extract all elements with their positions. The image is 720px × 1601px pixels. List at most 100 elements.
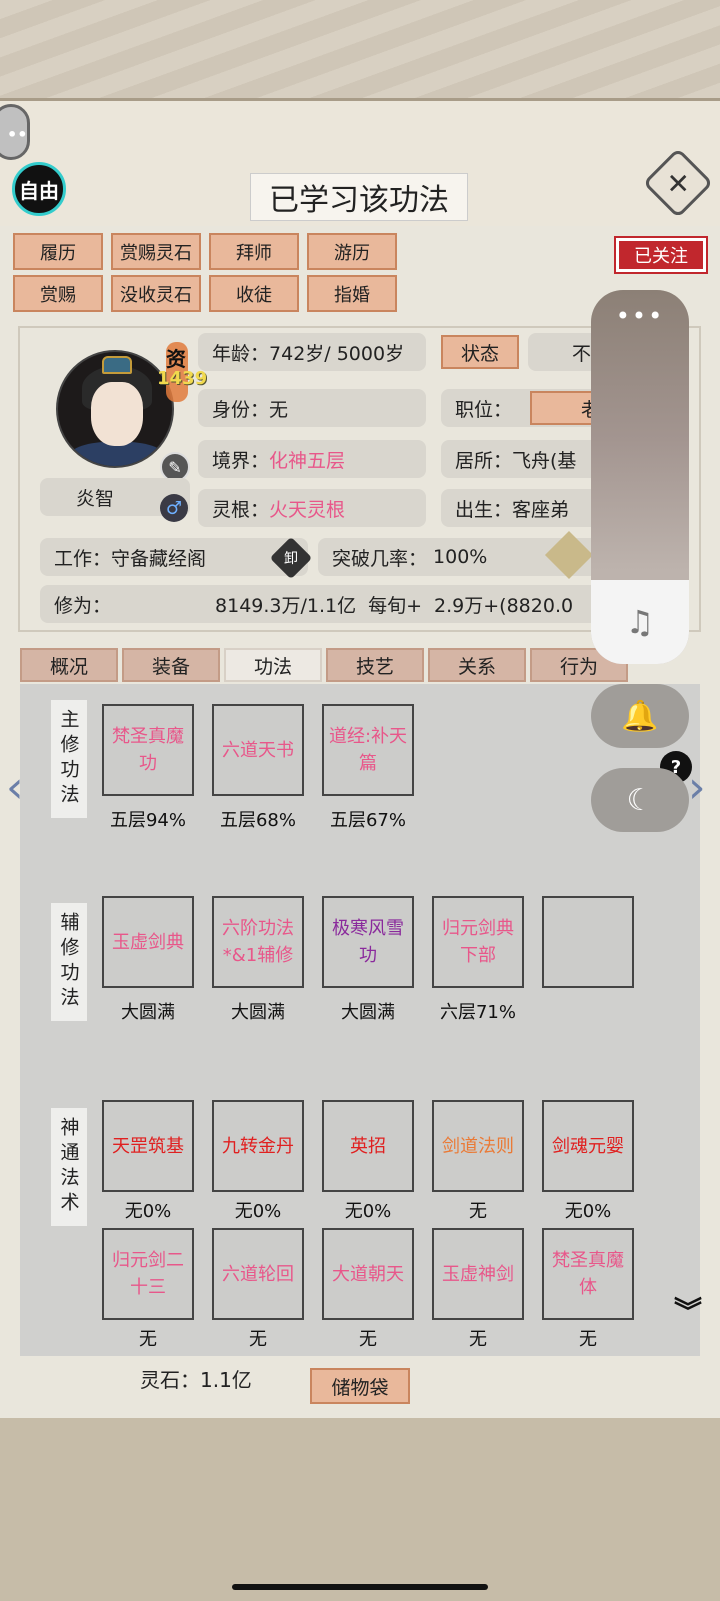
aux-skill-slot[interactable]: 归元剑典下部 <box>432 896 524 988</box>
main-skill-slot[interactable]: 六道天书 <box>212 704 304 796</box>
more-dots-icon[interactable]: ••• <box>591 302 689 330</box>
top-background <box>0 0 720 100</box>
status-value: 不 <box>572 342 592 365</box>
home-indicator[interactable] <box>232 1584 488 1590</box>
breakthrough-value: 100% <box>433 546 488 568</box>
toast-message: 已学习该功法 <box>250 173 468 221</box>
age-row: 年龄： 742岁/ 5000岁 <box>198 333 426 371</box>
aux-skill-level: 大圆满 <box>121 1002 175 1023</box>
magic-skill-slot[interactable]: 英招 <box>322 1100 414 1192</box>
magic-skill-level: 无0% <box>564 1201 612 1222</box>
magic-technique-label: 神通法术 <box>51 1108 87 1226</box>
aux-skill-slot[interactable]: 六阶功法*&1辅修 <box>212 896 304 988</box>
residence-row: 居所： 飞舟(基 <box>441 440 608 478</box>
residence-label: 居所： <box>455 449 513 472</box>
bell-icon[interactable]: 🔔 <box>591 684 689 748</box>
tab-overview[interactable]: 概况 <box>20 648 118 682</box>
aux-skill-level: 大圆满 <box>231 1002 285 1023</box>
main-skill-slot[interactable]: 梵圣真魔功 <box>102 704 194 796</box>
per-turn-label: 每旬+ <box>368 594 423 617</box>
magic-skill-slot[interactable]: 玉虚神剑 <box>432 1228 524 1320</box>
birth-row: 出生： 客座弟 <box>441 489 608 527</box>
follow-button[interactable]: 已关注 <box>614 236 708 274</box>
chat-button[interactable]: •• <box>0 104 30 160</box>
spirit-root-label: 灵根： <box>212 498 270 521</box>
close-icon: ✕ <box>661 171 695 195</box>
main-technique-label: 主修功法 <box>51 700 87 818</box>
spirit-root-row: 灵根： 火天灵根 <box>198 489 426 527</box>
magic-skill-slot[interactable]: 大道朝天 <box>322 1228 414 1320</box>
cultivation-row: 修为： 8149.3万/1.1亿 每旬+ 2.9万+(8820.0 <box>40 585 608 623</box>
birth-value: 客座弟 <box>512 498 570 521</box>
magic-skill-slot[interactable]: 剑道法则 <box>432 1100 524 1192</box>
music-note-icon[interactable]: ♫ <box>591 580 689 664</box>
spirit-stones-count: 灵石：1.1亿 <box>140 1368 252 1392</box>
bottom-background <box>0 1418 720 1601</box>
magic-skill-level: 无 <box>579 1329 597 1350</box>
tab-equipment[interactable]: 装备 <box>122 648 220 682</box>
magic-skill-slot[interactable]: 九转金丹 <box>212 1100 304 1192</box>
status-button[interactable]: 状态 <box>441 335 519 369</box>
age-label: 年龄： <box>212 342 270 365</box>
magic-skill-slot[interactable]: 六道轮回 <box>212 1228 304 1320</box>
magic-skill-slot[interactable]: 梵圣真魔体 <box>542 1228 634 1320</box>
magic-skill-level: 无 <box>139 1329 157 1350</box>
job-value: 守备藏经阁 <box>111 547 207 570</box>
aux-skill-level: 六层71% <box>439 1002 516 1023</box>
scroll-down-icon[interactable]: ︾ <box>674 1298 702 1326</box>
chat-icon: •• <box>7 125 28 144</box>
character-name: 炎智 <box>75 487 114 510</box>
age-value: 742岁/ 5000岁 <box>269 342 405 365</box>
main-skill-level: 五层94% <box>109 810 186 831</box>
magic-skill-slot[interactable]: 天罡筑基 <box>102 1100 194 1192</box>
action-confiscate-stones-button[interactable]: 没收灵石 <box>111 275 201 312</box>
free-mode-button[interactable]: 自由 <box>12 162 66 216</box>
realm-row: 境界： 化神五层 <box>198 440 426 478</box>
magic-skill-level: 无0% <box>344 1201 392 1222</box>
cultivation-label: 修为： <box>54 594 112 617</box>
unload-label: 卸 <box>284 551 298 567</box>
identity-value: 无 <box>269 398 289 421</box>
tab-relations[interactable]: 关系 <box>428 648 526 682</box>
magic-skill-level: 无 <box>249 1329 267 1350</box>
action-arrange-marriage-button[interactable]: 指婚 <box>307 275 397 312</box>
realm-value: 化神五层 <box>269 449 346 472</box>
action-take-disciple-button[interactable]: 收徒 <box>209 275 299 312</box>
previous-character-arrow-icon[interactable]: ‹ <box>6 762 24 813</box>
job-label: 工作： <box>54 547 112 570</box>
action-apprentice-button[interactable]: 拜师 <box>209 233 299 270</box>
aux-technique-label: 辅修功法 <box>51 903 87 1021</box>
portrait-face <box>91 382 143 446</box>
tab-techniques[interactable]: 功法 <box>224 648 322 682</box>
aux-skill-slot[interactable]: 极寒风雪功 <box>322 896 414 988</box>
aux-skill-empty-slot[interactable] <box>542 896 634 988</box>
storage-bag-button[interactable]: 储物袋 <box>310 1368 410 1404</box>
moon-icon[interactable]: ☾ <box>591 768 689 832</box>
main-skill-level: 五层68% <box>219 810 296 831</box>
position-label: 职位： <box>455 398 513 421</box>
spirit-root-value: 火天灵根 <box>269 498 346 521</box>
action-reward-button[interactable]: 赏赐 <box>13 275 103 312</box>
action-history-button[interactable]: 履历 <box>13 233 103 270</box>
main-skill-slot[interactable]: 道经:补天篇 <box>322 704 414 796</box>
system-control-panel[interactable]: ••• ♫ <box>591 290 689 664</box>
magic-skill-slot[interactable]: 归元剑二十三 <box>102 1228 194 1320</box>
breakthrough-label: 突破几率： <box>332 547 428 570</box>
magic-skill-level: 无 <box>359 1329 377 1350</box>
aptitude-value: 1439 <box>157 368 208 389</box>
action-travel-button[interactable]: 游历 <box>307 233 397 270</box>
aux-skill-slot[interactable]: 玉虚剑典 <box>102 896 194 988</box>
aux-skill-level: 大圆满 <box>341 1002 395 1023</box>
magic-skill-level: 无0% <box>124 1201 172 1222</box>
birth-label: 出生： <box>455 498 513 521</box>
per-turn-value: 2.9万+(8820.0 <box>434 594 574 617</box>
male-gender-icon: ♂ <box>160 494 188 522</box>
job-row: 工作： 守备藏经阁 <box>40 538 308 576</box>
action-reward-stones-button[interactable]: 赏赐灵石 <box>111 233 201 270</box>
realm-label: 境界： <box>212 449 270 472</box>
magic-skill-slot[interactable]: 剑魂元婴 <box>542 1100 634 1192</box>
identity-row: 身份： 无 <box>198 389 426 427</box>
tab-skills[interactable]: 技艺 <box>326 648 424 682</box>
main-skill-level: 五层67% <box>329 810 406 831</box>
residence-value: 飞舟(基 <box>512 449 577 472</box>
